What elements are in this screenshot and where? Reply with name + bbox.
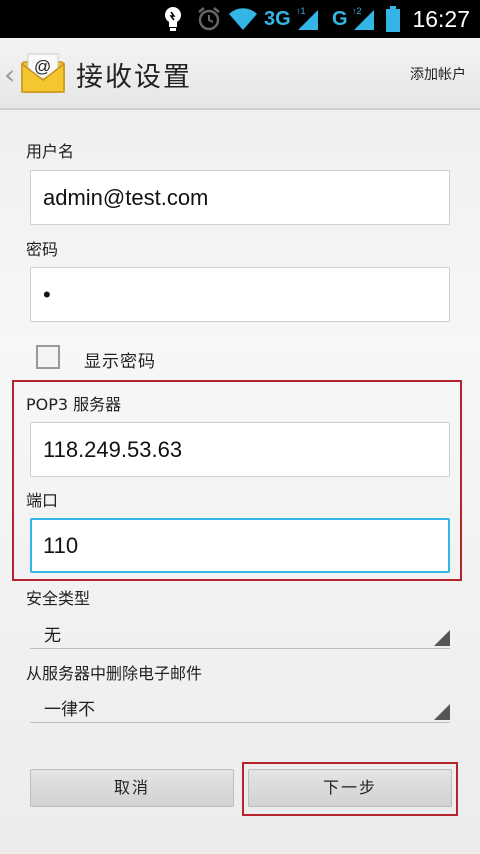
network-g-label: G [332,7,348,30]
security-type-value: 无 [44,626,61,646]
page-title: 接收设置 [76,62,192,93]
password-field[interactable]: • [30,267,450,322]
signal-icon-2: ↑2 [350,6,376,32]
wifi-icon [228,6,258,32]
status-bar: 3G ↑1 G ↑2 16:27 [0,0,480,38]
cancel-button[interactable]: 取消 [30,769,234,807]
delete-email-label: 从服务器中删除电子邮件 [26,664,203,683]
lightbulb-icon [162,6,184,32]
username-field[interactable]: admin@test.com [30,170,450,225]
port-field[interactable]: 110 [30,518,450,573]
security-type-spinner[interactable]: 无 [30,617,450,649]
battery-icon [386,6,400,32]
spinner-arrow-icon [434,630,450,646]
alarm-icon [196,6,222,32]
security-type-label: 安全类型 [26,589,91,608]
svg-text:↑1: ↑1 [296,6,306,16]
username-label: 用户名 [26,142,75,161]
action-bar: ‹ @ 接收设置 添加帐户 [0,38,480,110]
svg-text:@: @ [34,57,51,76]
port-label: 端口 [26,491,59,510]
delete-email-value: 一律不 [44,700,95,720]
add-account-button[interactable]: 添加帐户 [410,64,466,84]
clock: 16:27 [412,6,470,32]
delete-email-spinner[interactable]: 一律不 [30,691,450,723]
password-label: 密码 [26,240,59,259]
svg-text:↑2: ↑2 [352,6,362,16]
back-chevron-icon[interactable]: ‹ [4,58,15,91]
signal-icon: ↑1 [294,6,320,32]
email-app-icon[interactable]: @ [20,50,66,96]
next-highlight-frame [242,762,458,816]
server-field[interactable]: 118.249.53.63 [30,422,450,477]
show-password-checkbox[interactable] [36,345,60,369]
network-3g-label: 3G [264,7,291,30]
server-label: POP3 服务器 [26,395,122,414]
show-password-label: 显示密码 [84,352,156,372]
spinner-arrow-icon [434,704,450,720]
